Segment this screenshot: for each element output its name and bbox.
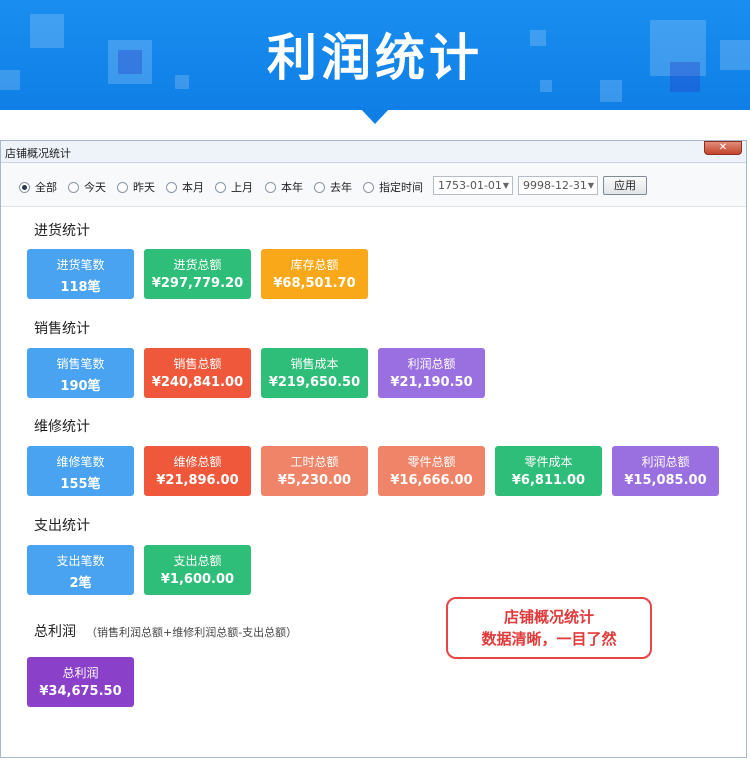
stat-label: 销售成本 — [290, 357, 339, 371]
radio-label: 本月 — [182, 181, 204, 194]
stat-label: 零件成本 — [524, 455, 573, 469]
end-date-field[interactable]: 9998-12-31 ▼ — [518, 176, 598, 195]
stat-label: 总利润 — [62, 666, 99, 680]
radio-last-year[interactable]: 去年 — [314, 179, 352, 195]
stat-card-purchase-count: 进货笔数 118笔 — [27, 249, 134, 299]
stat-card-sales-total: 销售总额 ¥240,841.00 — [144, 348, 251, 398]
stat-value: ¥297,779.20 — [151, 276, 244, 291]
stat-label: 支出总额 — [173, 554, 222, 568]
radio-label: 本年 — [281, 181, 303, 194]
start-date-value: 1753-01-01 — [438, 179, 502, 192]
stat-card-total-profit: 总利润 ¥34,675.50 — [27, 657, 134, 707]
banner-title: 利润统计 — [267, 29, 483, 87]
stat-value: ¥21,896.00 — [156, 473, 239, 488]
end-date-value: 9998-12-31 — [523, 179, 587, 192]
stat-label: 维修笔数 — [56, 455, 105, 469]
radio-this-month[interactable]: 本月 — [166, 179, 204, 195]
promo-callout: 店铺概况统计 数据清晰，一目了然 — [446, 597, 652, 659]
radio-icon — [117, 181, 128, 193]
radio-all[interactable]: 全部 — [19, 179, 57, 195]
stat-card-purchase-total: 进货总额 ¥297,779.20 — [144, 249, 251, 299]
radio-icon — [265, 181, 276, 193]
total-formula-note: （销售利润总额+维修利润总额-支出总额） — [86, 626, 298, 639]
stat-label: 利润总额 — [407, 357, 456, 371]
section-title-purchase: 进货统计 — [34, 223, 90, 239]
stat-card-parts-cost: 零件成本 ¥6,811.00 — [495, 446, 602, 496]
stat-label: 维修总额 — [173, 455, 222, 469]
stat-card-repair-total: 维修总额 ¥21,896.00 — [144, 446, 251, 496]
radio-last-month[interactable]: 上月 — [215, 179, 253, 195]
window-title: 店铺概况统计 — [5, 147, 71, 160]
stat-value: 118笔 — [60, 280, 101, 295]
stat-card-parts-total: 零件总额 ¥16,666.00 — [378, 446, 485, 496]
radio-today[interactable]: 今天 — [68, 179, 106, 195]
stat-value: 2笔 — [69, 576, 92, 591]
radio-this-year[interactable]: 本年 — [265, 179, 303, 195]
stat-label: 销售总额 — [173, 357, 222, 371]
stat-value: ¥68,501.70 — [273, 276, 356, 291]
radio-yesterday[interactable]: 昨天 — [117, 179, 155, 195]
stat-label: 库存总额 — [290, 258, 339, 272]
stat-label: 利润总额 — [641, 455, 690, 469]
radio-label: 全部 — [35, 181, 57, 194]
radio-icon — [19, 181, 30, 193]
stat-label: 进货总额 — [173, 258, 222, 272]
radio-label: 上月 — [231, 181, 253, 194]
stat-card-sales-profit: 利润总额 ¥21,190.50 — [378, 348, 485, 398]
stat-value: ¥5,230.00 — [277, 473, 352, 488]
callout-line-1: 店铺概况统计 — [503, 608, 594, 626]
stat-card-labor-total: 工时总额 ¥5,230.00 — [261, 446, 368, 496]
radio-custom-range[interactable]: 指定时间 — [363, 179, 423, 195]
stat-card-repair-count: 维修笔数 155笔 — [27, 446, 134, 496]
chevron-down-icon[interactable]: ▼ — [503, 177, 509, 194]
radio-label: 指定时间 — [379, 181, 423, 194]
section-title-total: 总利润 （销售利润总额+维修利润总额-支出总额） — [34, 621, 297, 641]
banner-arrow — [360, 108, 390, 124]
radio-icon — [166, 181, 177, 193]
stat-value: ¥15,085.00 — [624, 473, 707, 488]
section-title-repair: 维修统计 — [34, 419, 90, 435]
stat-label: 支出笔数 — [56, 554, 105, 568]
radio-icon — [314, 181, 325, 193]
stat-value: 155笔 — [60, 477, 101, 492]
filter-toolbar: 全部 今天 昨天 本月 上月 本年 去年 指定时间 1753-01-01 ▼ 9… — [1, 163, 746, 207]
stat-value: ¥21,190.50 — [390, 375, 473, 390]
close-icon[interactable]: ✕ — [704, 141, 742, 155]
stat-value: 190笔 — [60, 379, 101, 394]
stat-value: ¥16,666.00 — [390, 473, 473, 488]
banner: 利润统计 — [0, 0, 750, 110]
stat-value: ¥34,675.50 — [39, 684, 122, 699]
stat-card-sales-count: 销售笔数 190笔 — [27, 348, 134, 398]
apply-button[interactable]: 应用 — [603, 176, 647, 195]
chevron-down-icon[interactable]: ▼ — [588, 177, 594, 194]
stat-card-sales-cost: 销售成本 ¥219,650.50 — [261, 348, 368, 398]
stat-value: ¥219,650.50 — [268, 375, 361, 390]
start-date-field[interactable]: 1753-01-01 ▼ — [433, 176, 513, 195]
radio-label: 今天 — [84, 181, 106, 194]
radio-icon — [68, 181, 79, 193]
radio-label: 昨天 — [133, 181, 155, 194]
stat-label: 零件总额 — [407, 455, 456, 469]
callout-line-2: 数据清晰，一目了然 — [481, 630, 617, 648]
stat-label: 工时总额 — [290, 455, 339, 469]
stat-value: ¥6,811.00 — [511, 473, 586, 488]
stat-value: ¥240,841.00 — [151, 375, 244, 390]
stat-label: 销售笔数 — [56, 357, 105, 371]
stat-card-inventory-total: 库存总额 ¥68,501.70 — [261, 249, 368, 299]
stat-card-expense-total: 支出总额 ¥1,600.00 — [144, 545, 251, 595]
stat-card-repair-profit: 利润总额 ¥15,085.00 — [612, 446, 719, 496]
stat-value: ¥1,600.00 — [160, 572, 235, 587]
stat-label: 进货笔数 — [56, 258, 105, 272]
window-titlebar: 店铺概况统计 ✕ — [1, 141, 746, 163]
section-title-total-label: 总利润 — [34, 624, 76, 640]
stat-card-expense-count: 支出笔数 2笔 — [27, 545, 134, 595]
section-title-sales: 销售统计 — [34, 321, 90, 337]
section-title-expense: 支出统计 — [34, 518, 90, 534]
radio-icon — [363, 181, 374, 193]
radio-icon — [215, 181, 226, 193]
radio-label: 去年 — [330, 181, 352, 194]
